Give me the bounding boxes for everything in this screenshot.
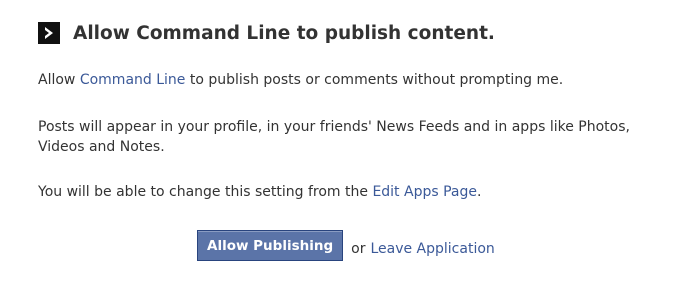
- permission-prefix: Allow: [38, 72, 80, 88]
- or-separator: or: [351, 240, 366, 257]
- leave-application-link[interactable]: Leave Application: [370, 241, 494, 257]
- permission-description: Allow Command Line to publish posts or c…: [38, 70, 563, 90]
- dialog-header: Allow Command Line to publish content.: [38, 20, 495, 46]
- settings-info-suffix: .: [477, 184, 482, 200]
- settings-info-prefix: You will be able to change this setting …: [38, 184, 373, 200]
- permission-suffix: to publish posts or comments without pro…: [185, 72, 564, 88]
- allow-publishing-button[interactable]: Allow Publishing: [197, 230, 344, 261]
- settings-info: You will be able to change this setting …: [38, 182, 481, 202]
- app-chevron-icon: [38, 22, 60, 44]
- app-name-link[interactable]: Command Line: [80, 72, 186, 88]
- dialog-title: Allow Command Line to publish content.: [73, 22, 495, 44]
- posts-info-text: Posts will appear in your profile, in yo…: [38, 119, 630, 155]
- dialog-actions: Allow Publishing or Leave Application: [197, 230, 495, 261]
- edit-apps-page-link[interactable]: Edit Apps Page: [372, 184, 477, 200]
